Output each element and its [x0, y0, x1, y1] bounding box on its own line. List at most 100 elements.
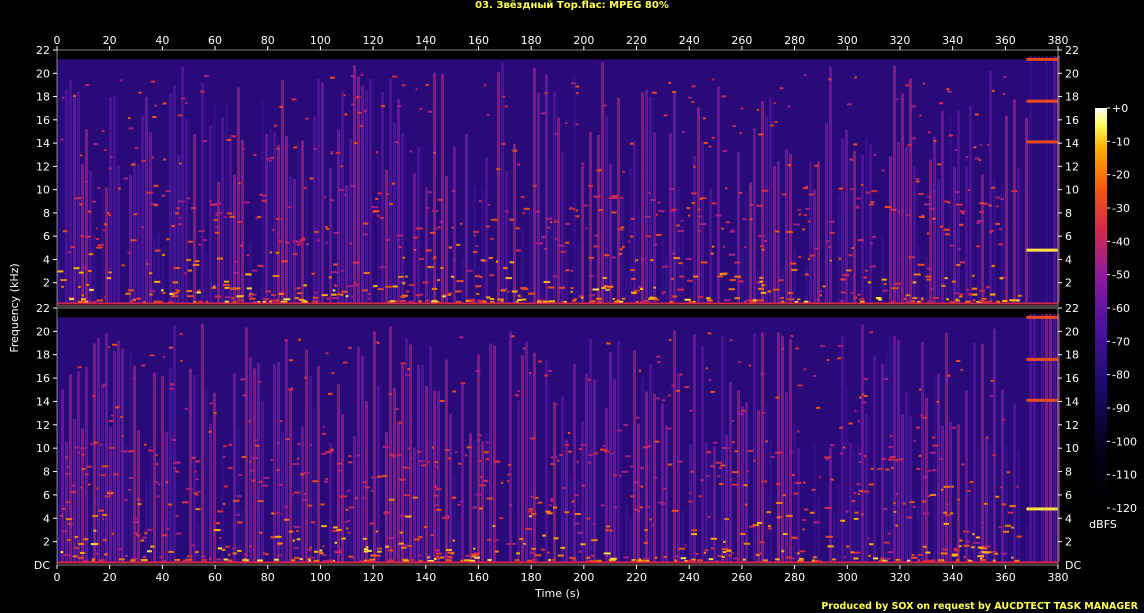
x-tick-label-top: 20 — [103, 34, 117, 47]
colorbar-tick-label: -80 — [1112, 369, 1130, 382]
y-tick-label: DC — [34, 559, 50, 572]
x-tick-label: 200 — [573, 571, 594, 584]
y-tick-label-right: 18 — [1065, 349, 1079, 362]
x-tick-label-top: 280 — [784, 34, 805, 47]
y-tick-label: 14 — [36, 137, 50, 150]
spectrogram-channel-1 — [53, 49, 1062, 307]
y-tick-label-right: 8 — [1065, 466, 1072, 479]
y-tick-label-right: 16 — [1065, 372, 1079, 385]
x-tick-label-top: 380 — [1048, 34, 1069, 47]
y-axis-label: Frequency (kHz) — [8, 263, 21, 352]
y-tick-label: 2 — [43, 536, 50, 549]
y-tick-label: 6 — [43, 230, 50, 243]
y-tick-label: 2 — [43, 277, 50, 290]
x-tick-label-top: 340 — [942, 34, 963, 47]
y-tick-label: 8 — [43, 207, 50, 220]
x-tick-label: 300 — [837, 571, 858, 584]
x-tick-label-top: 300 — [837, 34, 858, 47]
colorbar-tick-label: -60 — [1112, 302, 1130, 315]
x-axis-label: Time (s) — [534, 587, 580, 600]
colorbar-tick-label: +0 — [1112, 102, 1128, 115]
y-tick-label: 12 — [36, 160, 50, 173]
y-tick-label: 22 — [36, 302, 50, 315]
y-tick-label: 22 — [36, 44, 50, 57]
y-tick-label: 16 — [36, 114, 50, 127]
colorbar-tick-label: -100 — [1112, 435, 1137, 448]
x-tick-label: 80 — [261, 571, 275, 584]
colorbar-tick-label: -30 — [1112, 202, 1130, 215]
y-tick-label: 16 — [36, 372, 50, 385]
y-tick-label-right: 16 — [1065, 114, 1079, 127]
x-tick-label: 100 — [310, 571, 331, 584]
x-tick-label: 240 — [679, 571, 700, 584]
x-tick-label: 340 — [942, 571, 963, 584]
colorbar-label: dBFS — [1089, 518, 1117, 531]
x-tick-label-top: 40 — [155, 34, 169, 47]
y-tick-label: 12 — [36, 419, 50, 432]
y-tick-label-right: 22 — [1065, 302, 1079, 315]
x-tick-label-top: 0 — [54, 34, 61, 47]
x-tick-label-top: 120 — [363, 34, 384, 47]
y-tick-label-right: 20 — [1065, 325, 1079, 338]
y-tick-label-right: 4 — [1065, 512, 1072, 525]
y-tick-label: 4 — [43, 512, 50, 525]
spectrogram-channel-2 — [53, 307, 1062, 566]
colorbar-tick-label: -40 — [1112, 235, 1130, 248]
x-tick-label: 60 — [208, 571, 222, 584]
x-tick-label-top: 200 — [573, 34, 594, 47]
y-tick-label-right: 6 — [1065, 230, 1072, 243]
y-tick-label-right: 12 — [1065, 419, 1079, 432]
y-tick-label: 14 — [36, 395, 50, 408]
y-tick-label: 6 — [43, 489, 50, 502]
y-tick-label: 8 — [43, 466, 50, 479]
x-tick-label: 20 — [103, 571, 117, 584]
y-tick-label-right: 10 — [1065, 442, 1079, 455]
x-tick-label-top: 140 — [415, 34, 436, 47]
y-tick-label-right: 20 — [1065, 67, 1079, 80]
y-tick-label-right: 10 — [1065, 184, 1079, 197]
x-tick-label: 280 — [784, 571, 805, 584]
colorbar-tick-label: -50 — [1112, 269, 1130, 282]
x-tick-label: 320 — [889, 571, 910, 584]
x-tick-label: 0 — [54, 571, 61, 584]
colorbar-tick-label: -20 — [1112, 169, 1130, 182]
x-tick-label-top: 260 — [731, 34, 752, 47]
colorbar-tick-label: -70 — [1112, 335, 1130, 348]
x-tick-label: 180 — [521, 571, 542, 584]
y-tick-label: 4 — [43, 253, 50, 266]
x-tick-label: 260 — [731, 571, 752, 584]
x-tick-label-top: 160 — [468, 34, 489, 47]
y-tick-label-right: 6 — [1065, 489, 1072, 502]
x-tick-label-top: 360 — [995, 34, 1016, 47]
x-tick-label-top: 240 — [679, 34, 700, 47]
x-tick-label: 160 — [468, 571, 489, 584]
x-tick-label-top: 60 — [208, 34, 222, 47]
x-tick-label-top: 180 — [521, 34, 542, 47]
x-tick-label-top: 80 — [261, 34, 275, 47]
credit-text: Produced by SOX on request by AUCDTECT T… — [821, 601, 1138, 612]
y-tick-label-right: 8 — [1065, 207, 1072, 220]
y-tick-label-right: 12 — [1065, 160, 1079, 173]
x-tick-label: 380 — [1048, 571, 1069, 584]
x-tick-label: 360 — [995, 571, 1016, 584]
y-tick-label-right: 4 — [1065, 253, 1072, 266]
y-tick-label: 10 — [36, 442, 50, 455]
y-tick-label-right: 2 — [1065, 536, 1072, 549]
colorbar-tick-label: -10 — [1112, 135, 1130, 148]
y-tick-label: 10 — [36, 184, 50, 197]
x-tick-label-top: 100 — [310, 34, 331, 47]
y-tick-label-right: 2 — [1065, 277, 1072, 290]
y-tick-label-right: 14 — [1065, 137, 1079, 150]
colorbar-tick-label: -110 — [1112, 469, 1137, 482]
x-tick-label: 120 — [363, 571, 384, 584]
y-tick-label: 20 — [36, 325, 50, 338]
x-tick-label-top: 320 — [889, 34, 910, 47]
y-tick-label-right: 14 — [1065, 395, 1079, 408]
colorbar — [1095, 108, 1107, 508]
y-tick-label: 18 — [36, 349, 50, 362]
spectrogram-chart: 22 2220 2018 1816 1614 1412 1210 108 86 64 42 222 22… — [8, 34, 1137, 600]
x-tick-label: 40 — [155, 571, 169, 584]
x-tick-label: 220 — [626, 571, 647, 584]
colorbar-tick-label: -90 — [1112, 402, 1130, 415]
y-tick-label-right: 18 — [1065, 91, 1079, 104]
